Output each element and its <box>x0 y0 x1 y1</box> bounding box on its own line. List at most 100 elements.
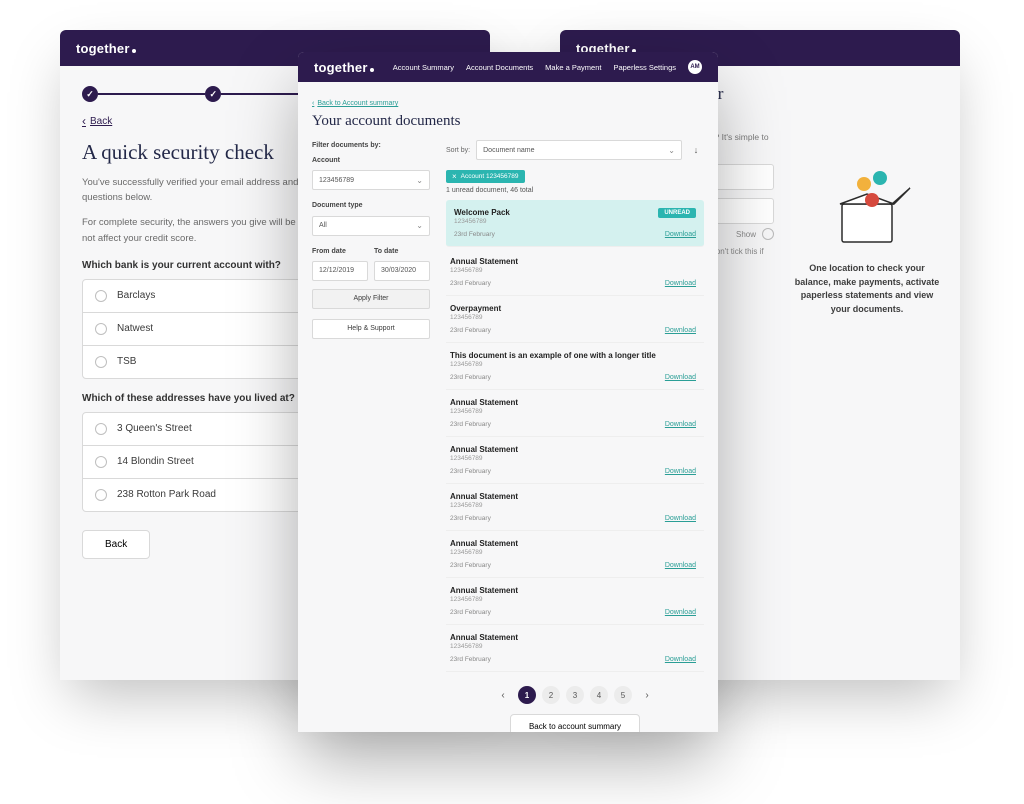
top-nav: Account Summary Account Documents Make a… <box>393 60 702 74</box>
filters-heading: Filter documents by: <box>312 140 430 151</box>
document-row: Overpayment12345678923rd FebruaryDownloa… <box>446 296 704 343</box>
download-link[interactable]: Download <box>665 609 696 616</box>
nav-item[interactable]: Account Documents <box>466 63 533 72</box>
sort-direction-toggle[interactable]: ↓ <box>688 140 704 160</box>
show-password-toggle[interactable]: Show <box>736 230 756 239</box>
doc-ref: 123456789 <box>450 267 696 274</box>
logo: together <box>76 41 136 56</box>
page-number[interactable]: 4 <box>590 686 608 704</box>
download-link[interactable]: Download <box>665 562 696 569</box>
radio-icon <box>95 290 107 302</box>
documents-panel: together Account Summary Account Documen… <box>298 52 718 732</box>
filter-chip[interactable]: Account 123456789 <box>446 170 525 183</box>
doc-date: 23rd February <box>454 231 665 238</box>
radio-icon <box>95 489 107 501</box>
nav-item[interactable]: Paperless Settings <box>613 63 676 72</box>
to-date-input[interactable]: 30/03/2020 <box>374 261 430 281</box>
logo: together <box>314 60 374 75</box>
download-link[interactable]: Download <box>665 421 696 428</box>
chevron-down-icon: ⌄ <box>416 221 423 230</box>
aside-copy: One location to check your balance, make… <box>792 262 942 316</box>
download-link[interactable]: Download <box>665 374 696 381</box>
doc-date: 23rd February <box>450 280 665 287</box>
doc-date: 23rd February <box>450 515 665 522</box>
help-support-button[interactable]: Help & Support <box>312 319 430 339</box>
doc-title: This document is an example of one with … <box>450 351 696 360</box>
doc-title: Annual Statement <box>450 257 696 266</box>
download-link[interactable]: Download <box>665 656 696 663</box>
page-next[interactable]: › <box>638 686 656 704</box>
document-row: Annual Statement123456789 23rd FebruaryDo… <box>446 249 704 296</box>
download-link[interactable]: Download <box>665 231 696 238</box>
doc-ref: 123456789 <box>454 218 658 225</box>
step-2 <box>205 86 221 102</box>
step-1 <box>82 86 98 102</box>
result-count: 1 unread document, 46 total <box>446 187 704 194</box>
download-link[interactable]: Download <box>665 468 696 475</box>
doc-title: Annual Statement <box>450 633 696 642</box>
to-date-label: To date <box>374 246 430 257</box>
doc-ref: 123456789 <box>450 455 696 462</box>
chevron-down-icon: ⌄ <box>416 176 423 185</box>
from-date-label: From date <box>312 246 368 257</box>
doc-ref: 123456789 <box>450 502 696 509</box>
doctype-label: Document type <box>312 200 430 211</box>
doc-ref: 123456789 <box>450 361 696 368</box>
doctype-select[interactable]: All⌄ <box>312 216 430 236</box>
avatar[interactable]: AM <box>688 60 702 74</box>
doc-ref: 123456789 <box>450 596 696 603</box>
download-link[interactable]: Download <box>665 515 696 522</box>
account-select[interactable]: 123456789⌄ <box>312 170 430 190</box>
document-row: Annual Statement12345678923rd FebruaryDo… <box>446 484 704 531</box>
from-date-input[interactable]: 12/12/2019 <box>312 261 368 281</box>
box-illustration-icon <box>822 170 912 250</box>
doc-title: Annual Statement <box>450 586 696 595</box>
unread-badge: UNREAD <box>658 208 696 218</box>
document-row: Annual Statement12345678923rd FebruaryDo… <box>446 390 704 437</box>
doc-date: 23rd February <box>450 562 665 569</box>
page-title: Your account documents <box>312 113 704 130</box>
document-row: This document is an example of one with … <box>446 343 704 390</box>
radio-icon <box>95 456 107 468</box>
doc-title: Welcome Pack <box>454 208 658 217</box>
doc-title: Annual Statement <box>450 539 696 548</box>
radio-icon <box>95 323 107 335</box>
document-row: Welcome Pack123456789UNREAD 23rd February… <box>446 200 704 247</box>
page-prev[interactable]: ‹ <box>494 686 512 704</box>
doc-date: 23rd February <box>450 656 665 663</box>
doc-ref: 123456789 <box>450 643 696 650</box>
back-to-summary-button[interactable]: Back to account summary <box>510 714 640 732</box>
apply-filter-button[interactable]: Apply Filter <box>312 289 430 309</box>
doc-date: 23rd February <box>450 374 665 381</box>
back-button[interactable]: Back <box>82 530 150 559</box>
sort-select[interactable]: Document name⌄ <box>476 140 682 160</box>
doc-date: 23rd February <box>450 327 665 334</box>
doc-title: Annual Statement <box>450 398 696 407</box>
document-row: Annual Statement12345678923rd FebruaryDo… <box>446 437 704 484</box>
download-link[interactable]: Download <box>665 327 696 334</box>
doc-date: 23rd February <box>450 421 665 428</box>
sort-label: Sort by: <box>446 147 470 154</box>
download-link[interactable]: Download <box>665 280 696 287</box>
doc-date: 23rd February <box>450 609 665 616</box>
nav-item[interactable]: Make a Payment <box>545 63 601 72</box>
radio-icon <box>95 423 107 435</box>
document-row: Annual Statement123456789 23rd FebruaryDo… <box>446 531 704 578</box>
radio-icon <box>95 356 107 368</box>
doc-ref: 123456789 <box>450 549 696 556</box>
page-number[interactable]: 1 <box>518 686 536 704</box>
chevron-down-icon: ⌄ <box>668 146 675 155</box>
nav-item[interactable]: Account Summary <box>393 63 454 72</box>
document-list: Sort by: Document name⌄ ↓ Account 123456… <box>446 140 704 732</box>
document-row: Annual Statement123456789 23rd FebruaryDo… <box>446 625 704 672</box>
panel-header: together Account Summary Account Documen… <box>298 52 718 82</box>
page-number[interactable]: 2 <box>542 686 560 704</box>
page-number[interactable]: 3 <box>566 686 584 704</box>
breadcrumb[interactable]: Back to Account summary <box>312 100 398 107</box>
doc-title: Annual Statement <box>450 445 696 454</box>
document-row: Annual Statement123456789 23rd FebruaryDo… <box>446 578 704 625</box>
eye-icon <box>762 228 774 240</box>
pagination: ‹ 12345 › <box>446 686 704 704</box>
page-number[interactable]: 5 <box>614 686 632 704</box>
back-link[interactable]: Back <box>82 114 112 128</box>
